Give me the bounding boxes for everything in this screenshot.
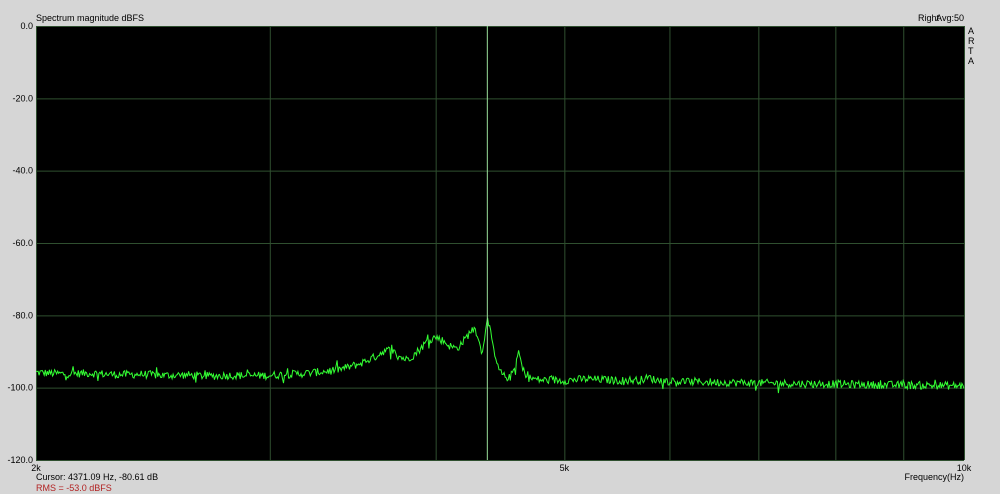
logo-letter: R (968, 36, 975, 46)
y-tick-labels: 0.0 -20.0 -40.0 -60.0 -80.0 -100.0 -120.0 (7, 21, 33, 465)
y-tick-label: -60.0 (12, 238, 33, 248)
rms-readout: RMS = -53.0 dBFS (36, 483, 112, 493)
spectrum-chart: 0.0 -20.0 -40.0 -60.0 -80.0 -100.0 -120.0 2k 5k… (7, 13, 975, 493)
y-tick-label: -20.0 (12, 93, 33, 103)
y-tick-label: -40.0 (12, 166, 33, 176)
y-tick-label: 0.0 (20, 21, 33, 31)
y-tick-label: -120.0 (7, 455, 33, 465)
chart-title: Spectrum magnitude dBFS (36, 13, 144, 23)
logo-letter: A (968, 56, 974, 66)
x-axis-label: Frequency(Hz) (904, 472, 964, 482)
average-label: Avg:50 (936, 13, 964, 23)
arta-logo: A R T A (968, 26, 975, 66)
x-tick-label: 5k (560, 463, 570, 473)
y-tick-label: -100.0 (7, 383, 33, 393)
cursor-readout: Cursor: 4371.09 Hz, -80.61 dB (36, 472, 158, 482)
x-tick-labels: 2k 5k 10k (31, 463, 972, 473)
y-tick-label: -80.0 (12, 310, 33, 320)
logo-letter: A (968, 26, 974, 36)
logo-letter: T (968, 46, 974, 56)
